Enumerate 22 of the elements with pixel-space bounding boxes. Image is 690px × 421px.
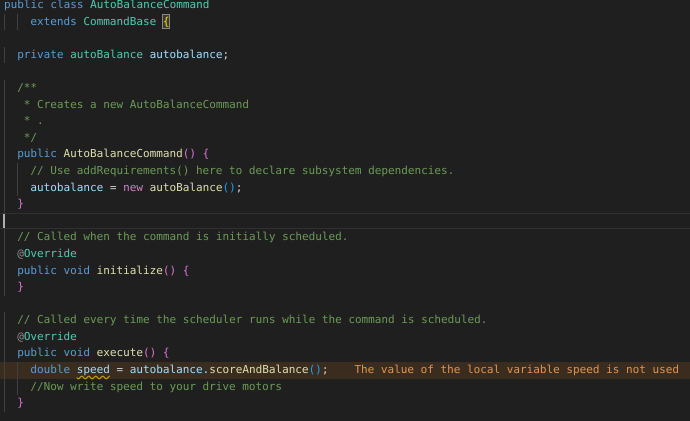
code-line: // Use addRequirements() here to declare subsystem dependencies. — [30, 162, 454, 179]
code-line: * . — [22, 113, 44, 130]
code-line: //Now write speed to your drive motors — [30, 378, 282, 395]
code-line: private autoBalance autobalance; — [17, 46, 230, 63]
code-line: autobalance = new autoBalance(); — [30, 180, 242, 196]
code-line: } — [17, 279, 24, 296]
text-cursor — [3, 214, 5, 228]
code-line: } — [17, 196, 24, 212]
code-line: extends CommandBase { — [30, 14, 170, 30]
code-line: // Called when the command is initially scheduled. — [17, 229, 348, 246]
code-line: public void initialize() { — [17, 262, 190, 278]
warning-message: The value of the local variable speed is not used — [354, 362, 679, 378]
code-line: public void execute() { — [17, 345, 170, 362]
code-line: @Override — [17, 246, 77, 262]
code-line: double speed = autobalance.scoreAndBalance(); — [30, 362, 328, 378]
code-line: // Called every time the scheduler runs while the command is scheduled. — [17, 312, 488, 328]
code-line: */ — [22, 130, 38, 146]
code-line: } — [17, 395, 24, 412]
code-line: public AutoBalanceCommand() { — [17, 146, 210, 162]
code-line: * Creates a new AutoBalanceCommand — [22, 96, 249, 113]
code-line: @Override — [17, 328, 77, 345]
code-line: /** — [17, 80, 38, 96]
